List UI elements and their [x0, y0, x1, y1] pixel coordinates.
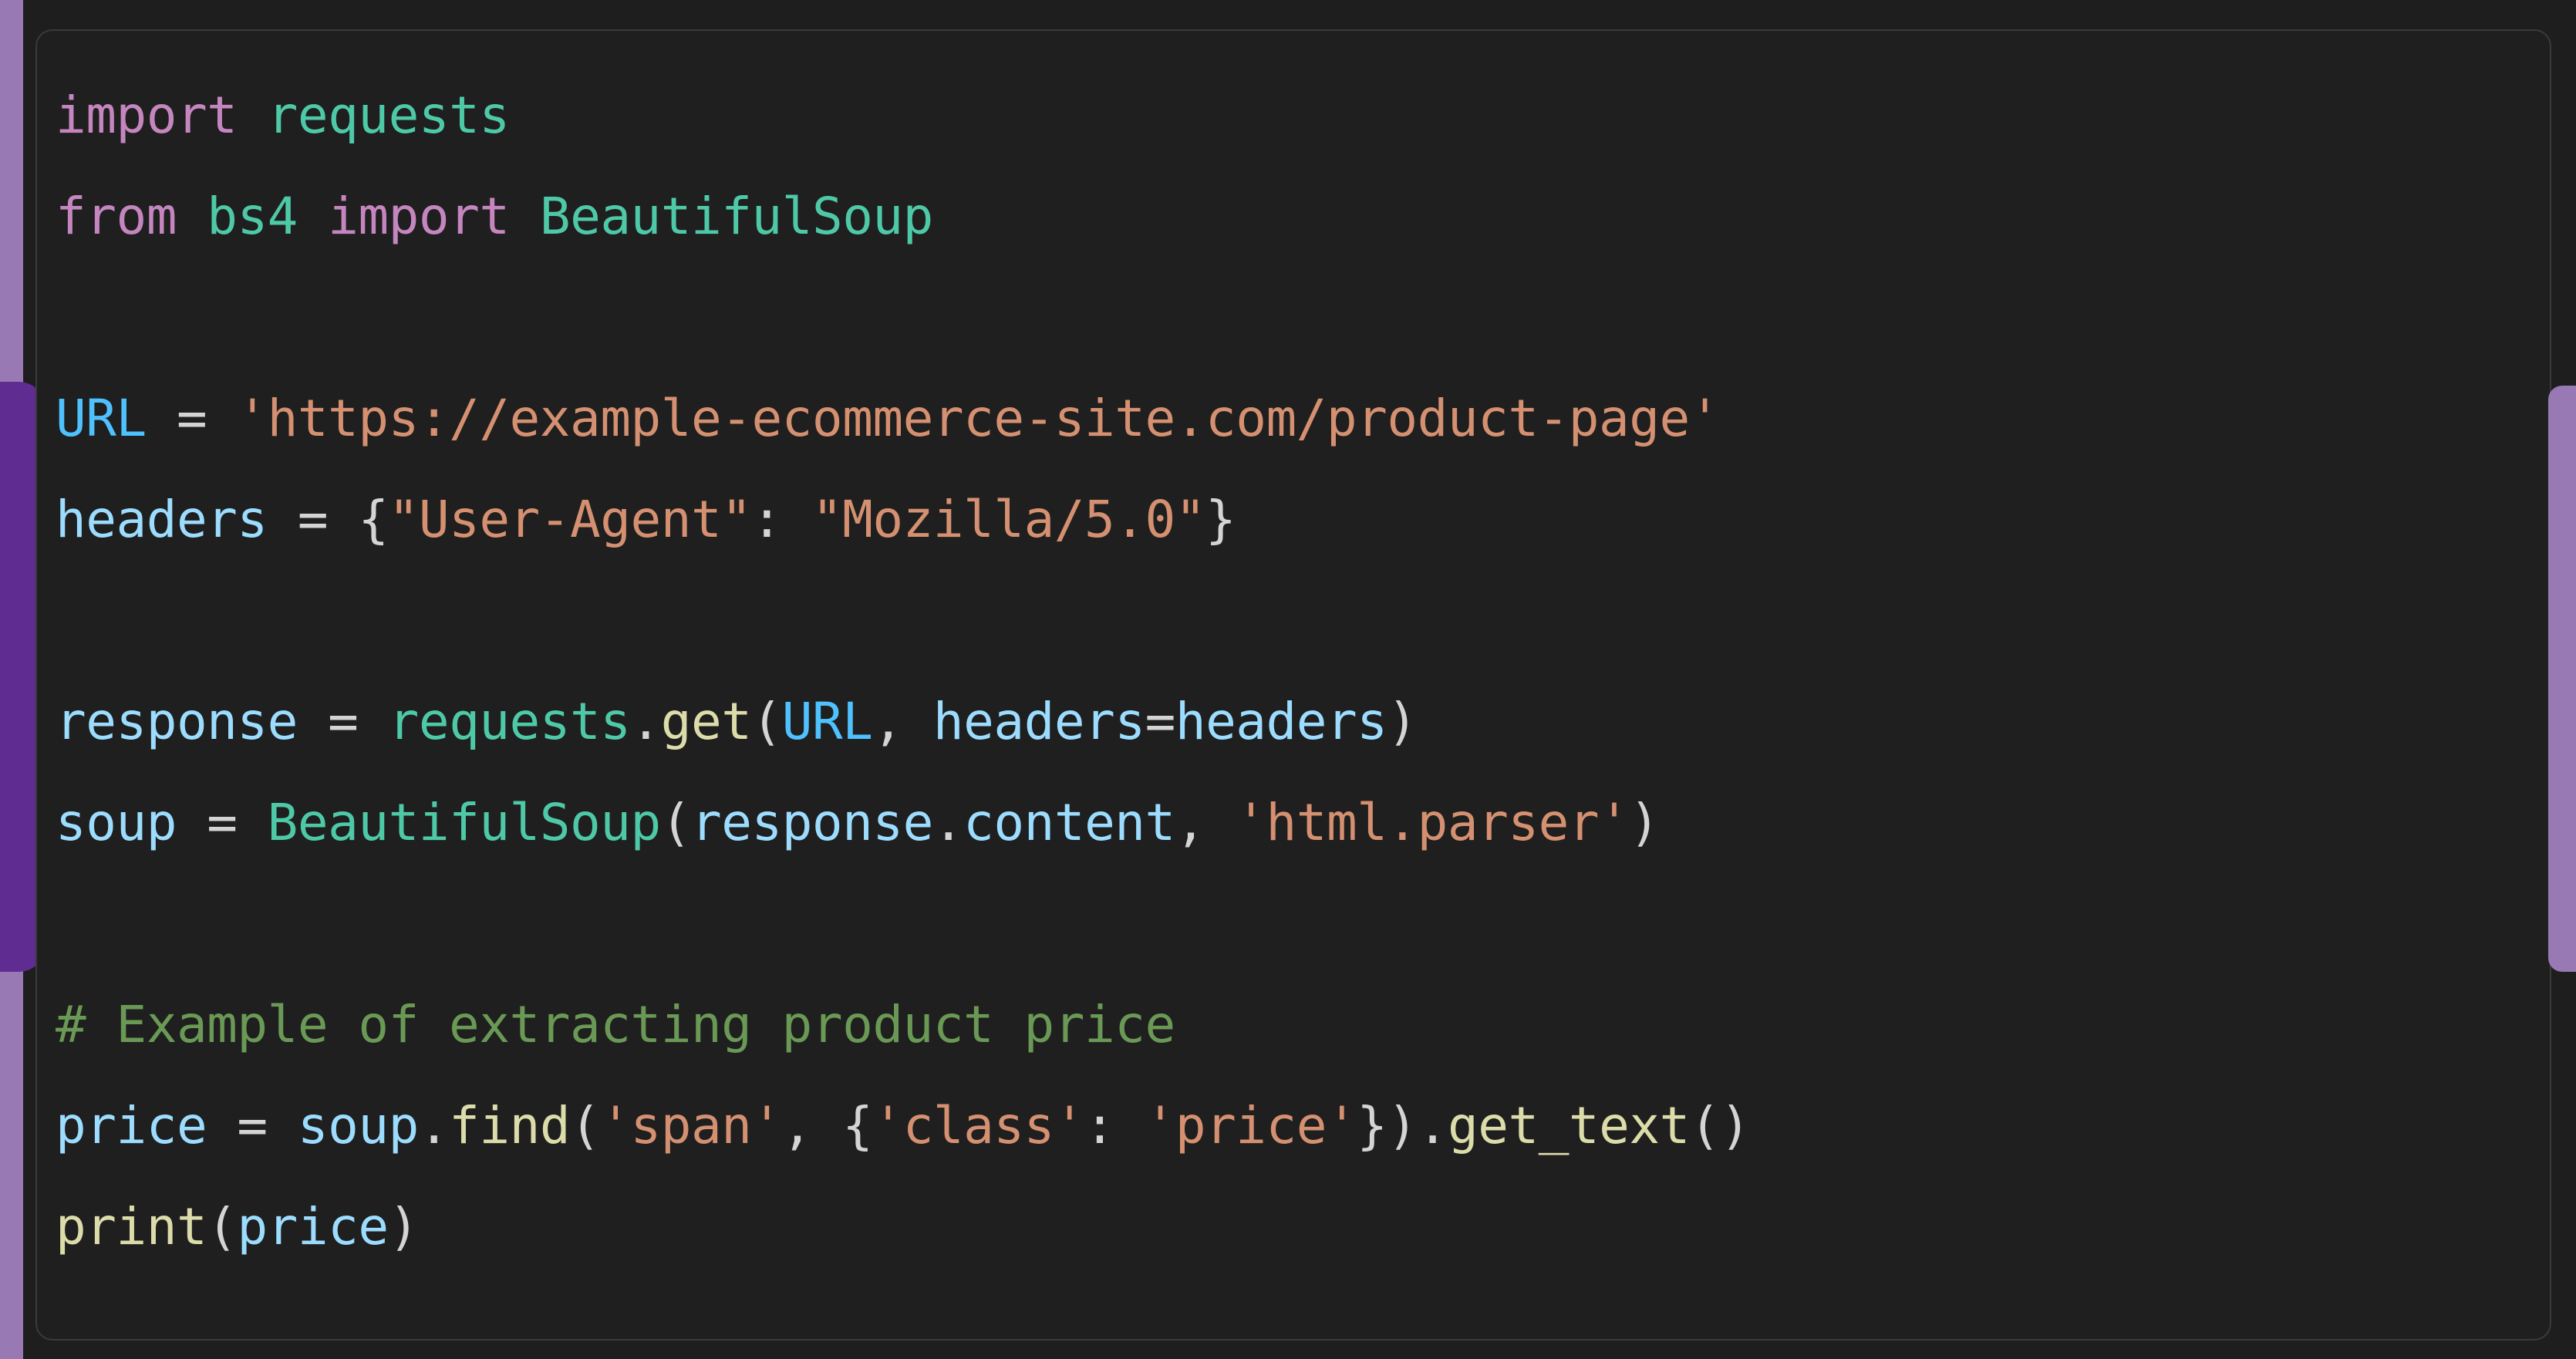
code-line: response = requests.get(URL, headers=hea… [56, 692, 1418, 751]
app-root: import requests from bs4 import Beautifu… [0, 0, 2576, 1359]
code-token: URL [781, 692, 873, 751]
code-token: find [449, 1096, 571, 1155]
code-token: requests [267, 86, 510, 145]
code-token: bs4 [207, 187, 298, 246]
code-token: = [1145, 692, 1176, 751]
code-token: ) [1387, 692, 1418, 751]
code-token: . [1417, 1096, 1448, 1155]
code-token: ( [207, 1197, 238, 1256]
code-token: ) [1629, 793, 1660, 852]
code-line: import requests [56, 86, 510, 145]
code-token: : [751, 490, 812, 549]
vertical-scrollbar-thumb[interactable] [2548, 386, 2576, 972]
code-token: requests [388, 692, 631, 751]
code-token: 'span' [600, 1096, 782, 1155]
code-token: URL [56, 389, 147, 448]
code-line: # Example of extracting product price [56, 995, 1175, 1054]
code-token: from [56, 187, 177, 246]
code-line: soup = BeautifulSoup(response.content, '… [56, 793, 1660, 852]
code-token: () [1689, 1096, 1751, 1155]
code-token: . [932, 793, 964, 852]
code-token: ) [388, 1197, 420, 1256]
code-token: 'class' [872, 1096, 1085, 1155]
code-token: import [328, 187, 510, 246]
code-line: price = soup.find('span', {'class': 'pri… [56, 1096, 1751, 1155]
code-token: = { [267, 490, 389, 549]
code-line: headers = {"User-Agent": "Mozilla/5.0"} [56, 490, 1236, 549]
code-token: , [872, 692, 933, 751]
code-token: } [1205, 490, 1236, 549]
code-token: ( [751, 692, 782, 751]
code-token: soup [56, 793, 177, 852]
code-token: }) [1357, 1096, 1418, 1155]
code-token: get [660, 692, 752, 751]
code-token: , [1175, 793, 1236, 852]
code-token: ( [660, 793, 692, 852]
code-token: headers [1175, 692, 1387, 751]
code-token: BeautifulSoup [267, 793, 662, 852]
code-token: , { [781, 1096, 873, 1155]
code-token: # Example of extracting product price [56, 995, 1175, 1054]
code-token: print [56, 1197, 207, 1256]
code-line: from bs4 import BeautifulSoup [56, 187, 933, 246]
code-line: print(price) [56, 1197, 419, 1256]
code-token: = [146, 389, 238, 448]
code-token: "Mozilla/5.0" [811, 490, 1206, 549]
code-token: . [630, 692, 662, 751]
code-token: . [418, 1096, 450, 1155]
code-token: get_text [1447, 1096, 1690, 1155]
code-line: URL = 'https://example-ecommerce-site.co… [56, 389, 1720, 448]
code-token: 'https://example-ecommerce-site.com/prod… [237, 389, 1720, 448]
code-token: = [176, 793, 268, 852]
code-token: = [297, 692, 389, 751]
code-token: price [56, 1096, 207, 1155]
code-content[interactable]: import requests from bs4 import Beautifu… [56, 65, 2550, 1277]
code-token: 'html.parser' [1236, 793, 1630, 852]
code-token: price [237, 1197, 389, 1256]
vertical-scrollbar-track[interactable] [2548, 0, 2576, 1359]
code-token: = [207, 1096, 298, 1155]
code-token: BeautifulSoup [539, 187, 934, 246]
code-token: "User-Agent" [388, 490, 752, 549]
code-token: : [1084, 1096, 1145, 1155]
code-block-body[interactable]: import requests from bs4 import Beautifu… [37, 31, 2550, 1300]
code-token: content [963, 793, 1175, 852]
code-token: ( [570, 1096, 601, 1155]
code-token: headers [932, 692, 1145, 751]
code-block-card: import requests from bs4 import Beautifu… [35, 29, 2551, 1340]
code-token: response [690, 793, 933, 852]
code-token: 'price' [1145, 1096, 1357, 1155]
code-token: soup [297, 1096, 419, 1155]
code-token: response [56, 692, 298, 751]
code-token: import [56, 86, 238, 145]
code-token: headers [56, 490, 268, 549]
